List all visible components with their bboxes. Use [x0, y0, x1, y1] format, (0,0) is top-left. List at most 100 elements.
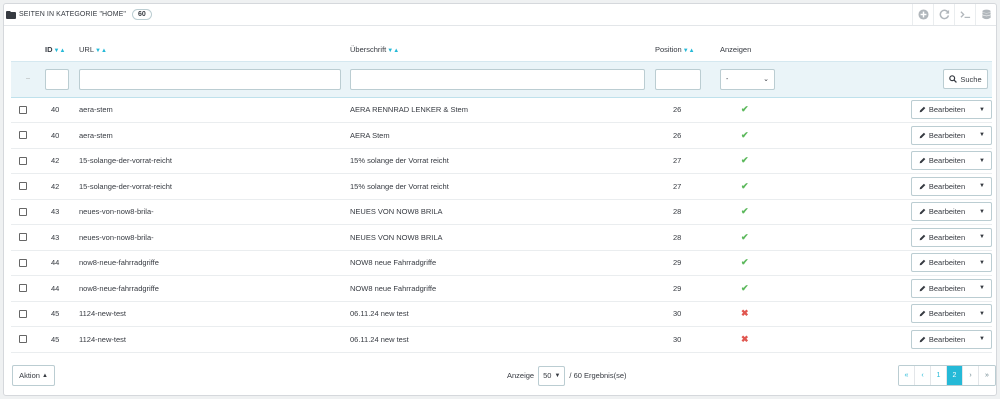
- sort-arrows-icon[interactable]: ▼▲: [54, 48, 66, 54]
- sort-arrows-icon[interactable]: ▼▲: [95, 48, 107, 54]
- caret-down-icon: ▼: [979, 259, 985, 266]
- per-page-select[interactable]: 50 ▼: [538, 365, 566, 386]
- table-row[interactable]: 44 now8-neue-fahrradgriffe NOW8 neue Fah…: [11, 250, 992, 276]
- sort-arrows-icon[interactable]: ▼▲: [683, 48, 695, 54]
- panel-header: Seiten in Kategorie "Home" 60: [4, 4, 996, 26]
- row-checkbox[interactable]: [19, 284, 27, 293]
- caret-down-icon: ▼: [979, 208, 985, 215]
- folder-icon: [6, 10, 16, 19]
- row-actions-dropdown[interactable]: ▼: [973, 178, 991, 195]
- enabled-check-icon[interactable]: ✔: [741, 181, 749, 191]
- cell-id: 43: [45, 199, 79, 225]
- search-button[interactable]: Suche: [943, 69, 988, 89]
- edit-button[interactable]: Bearbeiten: [912, 203, 973, 221]
- pagination: «‹ 1 2 ›»: [898, 365, 996, 386]
- row-actions-dropdown[interactable]: ▼: [973, 203, 991, 220]
- row-actions-dropdown[interactable]: ▼: [973, 331, 991, 348]
- table-body: 40 aera-stem AERA RENNRAD LENKER & Stem …: [11, 97, 992, 353]
- cell-heading: 06.11.24 new test: [350, 301, 655, 327]
- table-row[interactable]: 43 neues-von-now8-brila- NEUES VON NOW8 …: [11, 199, 992, 225]
- enabled-check-icon[interactable]: ✔: [741, 257, 749, 267]
- row-checkbox[interactable]: [19, 233, 27, 242]
- edit-button[interactable]: Bearbeiten: [912, 228, 973, 246]
- row-checkbox[interactable]: [19, 335, 27, 344]
- edit-button[interactable]: Bearbeiten: [912, 101, 973, 119]
- cell-heading: 15% solange der Vorrat reicht: [350, 148, 655, 174]
- cell-id: 45: [45, 301, 79, 327]
- table-row[interactable]: 43 neues-von-now8-brila- NEUES VON NOW8 …: [11, 224, 992, 251]
- cell-url: now8-neue-fahrradgriffe: [79, 250, 350, 276]
- cell-position: 27: [655, 148, 720, 174]
- disabled-cross-icon[interactable]: ✖: [741, 334, 749, 344]
- enabled-check-icon[interactable]: ✔: [741, 130, 749, 140]
- edit-button[interactable]: Bearbeiten: [912, 330, 973, 348]
- row-checkbox[interactable]: [19, 131, 27, 140]
- cell-position: 26: [655, 122, 720, 149]
- cell-heading: NEUES VON NOW8 BRILA: [350, 199, 655, 225]
- bulk-action-button[interactable]: Aktion ▲: [12, 365, 55, 386]
- filter-id-input[interactable]: [45, 68, 69, 90]
- table-row[interactable]: 42 15-solange-der-vorrat-reicht 15% sola…: [11, 173, 992, 200]
- sort-arrows-icon[interactable]: ▼▲: [387, 48, 399, 54]
- edit-button[interactable]: Bearbeiten: [912, 305, 973, 323]
- edit-button[interactable]: Bearbeiten: [912, 152, 973, 170]
- row-actions-dropdown[interactable]: ▼: [973, 229, 991, 246]
- row-checkbox[interactable]: [19, 105, 27, 114]
- column-header-heading[interactable]: Überschrift▼▲: [350, 39, 655, 61]
- row-actions-dropdown[interactable]: ▼: [973, 305, 991, 322]
- cell-position: 30: [655, 301, 720, 327]
- category-pages-panel: Seiten in Kategorie "Home" 60 ID▼▲: [3, 3, 997, 396]
- disabled-cross-icon[interactable]: ✖: [741, 308, 749, 318]
- sql-manager-button[interactable]: [954, 4, 975, 25]
- table-row[interactable]: 40 aera-stem AERA RENNRAD LENKER & Stem …: [11, 97, 992, 123]
- refresh-button[interactable]: [933, 4, 954, 25]
- caret-down-icon: ▼: [979, 234, 985, 241]
- next-page-button[interactable]: ›: [963, 366, 979, 385]
- enabled-check-icon[interactable]: ✔: [741, 155, 749, 165]
- edit-button[interactable]: Bearbeiten: [912, 279, 973, 297]
- filter-heading-input[interactable]: [350, 68, 645, 90]
- enabled-check-icon[interactable]: ✔: [741, 104, 749, 114]
- edit-button[interactable]: Bearbeiten: [912, 126, 973, 144]
- row-actions-dropdown[interactable]: ▼: [973, 101, 991, 118]
- export-button[interactable]: [975, 4, 996, 25]
- filter-display-select[interactable]: - ⌄: [720, 68, 775, 90]
- row-checkbox[interactable]: [19, 156, 27, 165]
- cell-position: 26: [655, 97, 720, 123]
- enabled-check-icon[interactable]: ✔: [741, 283, 749, 293]
- row-checkbox[interactable]: [19, 258, 27, 267]
- filter-url-input[interactable]: [79, 68, 341, 90]
- row-checkbox[interactable]: [19, 309, 27, 318]
- prev-page-button[interactable]: ‹: [915, 366, 931, 385]
- caret-down-icon: ▼: [979, 285, 985, 292]
- page-1-button[interactable]: 1: [931, 366, 947, 385]
- page-2-button[interactable]: 2: [947, 366, 963, 385]
- caret-down-icon: ▼: [979, 106, 985, 113]
- row-actions-dropdown[interactable]: ▼: [973, 152, 991, 169]
- table-row[interactable]: 40 aera-stem AERA Stem 26 ✔ Bearbeiten ▼: [11, 122, 992, 149]
- table-row[interactable]: 44 now8-neue-fahrradgriffe NOW8 neue Fah…: [11, 275, 992, 302]
- cell-id: 44: [45, 275, 79, 302]
- last-page-button[interactable]: »: [979, 366, 995, 385]
- row-checkbox[interactable]: [19, 182, 27, 191]
- enabled-check-icon[interactable]: ✔: [741, 232, 749, 242]
- row-actions-dropdown[interactable]: ▼: [973, 254, 991, 271]
- edit-button[interactable]: Bearbeiten: [912, 177, 973, 195]
- column-header-url[interactable]: URL▼▲: [79, 39, 350, 61]
- row-checkbox[interactable]: [19, 207, 27, 216]
- table-row[interactable]: 42 15-solange-der-vorrat-reicht 15% sola…: [11, 148, 992, 174]
- row-action-group: Bearbeiten ▼: [911, 100, 992, 120]
- enabled-check-icon[interactable]: ✔: [741, 206, 749, 216]
- edit-button[interactable]: Bearbeiten: [912, 254, 973, 272]
- column-header-id[interactable]: ID▼▲: [45, 39, 79, 61]
- table-row[interactable]: 45 1124-new-test 06.11.24 new test 30 ✖ …: [11, 326, 992, 353]
- filter-position-input[interactable]: [655, 68, 701, 90]
- panel-toolbar: [912, 4, 996, 25]
- first-page-button[interactable]: «: [899, 366, 915, 385]
- row-actions-dropdown[interactable]: ▼: [973, 280, 991, 297]
- add-new-button[interactable]: [912, 4, 933, 25]
- column-header-position[interactable]: Position▼▲: [655, 39, 720, 61]
- table-row[interactable]: 45 1124-new-test 06.11.24 new test 30 ✖ …: [11, 301, 992, 327]
- caret-down-icon: ▼: [979, 183, 985, 190]
- row-actions-dropdown[interactable]: ▼: [973, 127, 991, 144]
